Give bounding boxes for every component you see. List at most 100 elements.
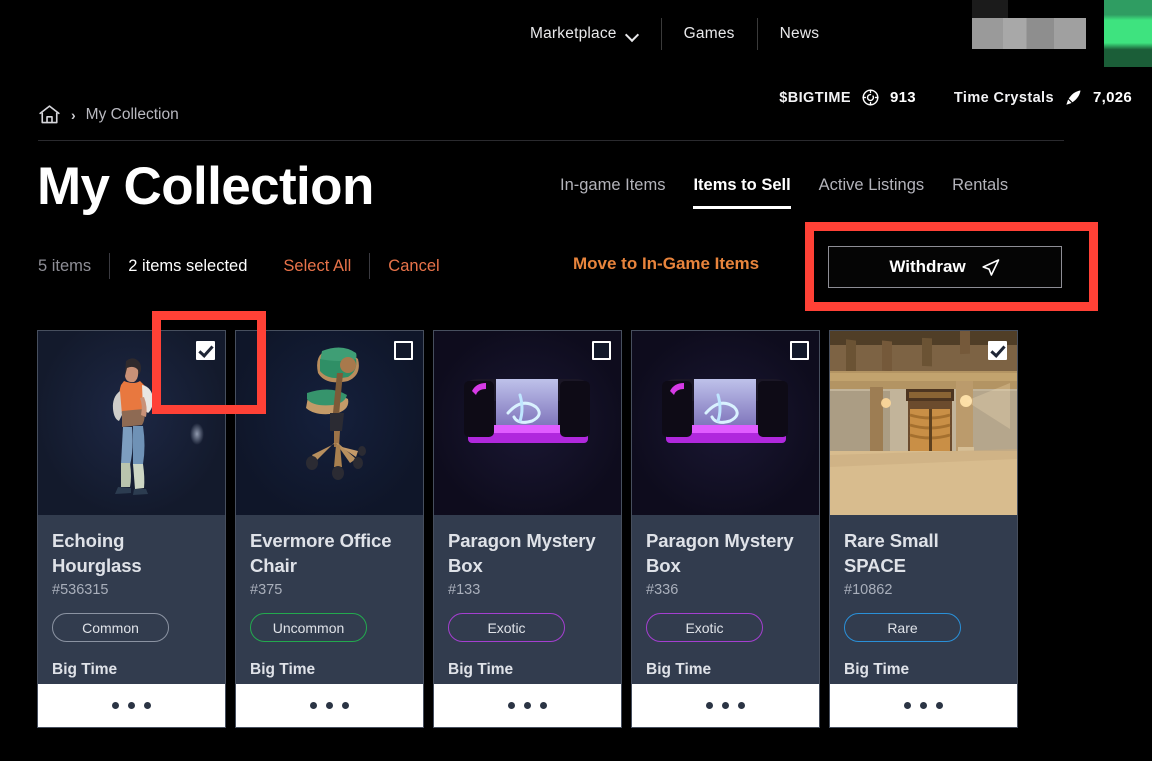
tab-in-game-items-label: In-game Items [560,176,666,194]
tab-items-to-sell-label: Items to Sell [693,176,791,194]
nav-links: Marketplace Games News [530,0,841,67]
item-count-label: 5 items [38,256,92,275]
card-title: Paragon Mystery Box [448,530,596,576]
rarity-badge: Exotic [646,613,763,643]
crystal-icon [1064,88,1083,107]
collection-card[interactable]: Paragon Mystery Box #133 Exotic Big Time [434,331,621,727]
time-crystals-value: 7,026 [1092,89,1132,106]
page-title: My Collection [37,157,374,216]
tab-rentals[interactable]: Rentals [952,176,1008,209]
sparkle-decor [190,423,204,445]
tab-active-listings-label: Active Listings [818,176,925,194]
card-options-button[interactable] [830,684,1017,727]
rarity-badge: Exotic [448,613,565,643]
move-to-in-game-items-button[interactable]: Move to In-Game Items [573,254,759,274]
collection-card[interactable]: Evermore Office Chair #375 Uncommon Big … [236,331,423,727]
redacted-region [972,18,1086,49]
nav-item-news[interactable]: News [758,19,842,49]
collection-card[interactable]: Echoing Hourglass #536315 Common Big Tim… [38,331,225,727]
more-options-icon [112,702,119,709]
card-id: #536315 [52,582,109,599]
card-options-button[interactable] [632,684,819,727]
card-checkbox-3[interactable] [790,341,809,360]
nav-item-games-label: Games [683,24,735,42]
card-details: Paragon Mystery Box #133 Exotic Big Time [434,515,621,684]
card-details: Echoing Hourglass #536315 Common Big Tim… [38,515,225,684]
card-image [632,331,819,515]
more-options-icon [326,702,333,709]
card-id: #336 [646,582,679,599]
more-options-icon [706,702,713,709]
breadcrumb-divider [38,140,1064,141]
tab-active-listings[interactable]: Active Listings [819,176,924,209]
bigtime-label: $BIGTIME [779,89,851,106]
card-checkbox-4[interactable] [988,341,1007,360]
more-options-icon [936,702,943,709]
card-options-button[interactable] [236,684,423,727]
breadcrumb-current: My Collection [85,105,179,123]
nav-item-news-label: News [779,24,820,42]
selected-count-label: 2 items selected [128,256,248,275]
nav-green-button[interactable] [1104,0,1152,67]
nav-item-marketplace[interactable]: Marketplace [530,19,661,49]
card-options-button[interactable] [434,684,621,727]
withdraw-button[interactable]: Withdraw [828,246,1062,288]
card-game-label: Big Time [250,661,316,679]
more-options-icon [128,702,135,709]
breadcrumb-separator-icon: › [71,106,76,123]
card-checkbox-0[interactable] [196,341,215,360]
card-image [236,331,423,515]
card-checkbox-2[interactable] [592,341,611,360]
collection-card[interactable]: Paragon Mystery Box #336 Exotic Big Time [632,331,819,727]
card-game-label: Big Time [52,661,118,679]
tab-in-game-items[interactable]: In-game Items [560,176,665,209]
card-game-label: Big Time [448,661,514,679]
nav-item-marketplace-label: Marketplace [530,24,617,42]
top-navigation-bar: Marketplace Games News [0,0,1152,67]
more-options-icon [310,702,317,709]
card-game-label: Big Time [844,661,910,679]
breadcrumb: › My Collection [38,104,179,125]
card-id: #375 [250,582,283,599]
cancel-button[interactable]: Cancel [370,257,457,276]
more-options-icon [144,702,151,709]
collection-card-grid: Echoing Hourglass #536315 Common Big Tim… [38,331,1017,727]
time-crystals-label: Time Crystals [953,89,1054,106]
card-title: Evermore Office Chair [250,530,392,576]
send-icon [980,257,1001,278]
bigtime-value: 913 [889,89,916,106]
card-title: Rare Small SPACE [844,530,939,576]
more-options-icon [342,702,349,709]
card-details: Evermore Office Chair #375 Uncommon Big … [236,515,423,684]
card-image [434,331,621,515]
currency-bar: $BIGTIME 913 Time Crystals 7,026 [779,88,1132,107]
more-options-icon [904,702,911,709]
card-image [38,331,225,515]
card-details: Paragon Mystery Box #336 Exotic Big Time [632,515,819,684]
card-details: Rare Small SPACE #10862 Rare Big Time [830,515,1017,684]
home-icon[interactable] [38,104,61,125]
more-options-icon [508,702,515,709]
select-all-button[interactable]: Select All [265,257,369,276]
chevron-down-icon [627,30,639,37]
more-options-icon [722,702,729,709]
rarity-badge: Uncommon [250,613,367,643]
rarity-badge: Rare [844,613,961,643]
card-title: Paragon Mystery Box [646,530,794,576]
card-checkbox-1[interactable] [394,341,413,360]
nav-item-games[interactable]: Games [662,19,757,49]
card-id: #10862 [844,582,893,599]
more-options-icon [540,702,547,709]
coin-icon [861,88,880,107]
more-options-icon [920,702,927,709]
collection-card[interactable]: Rare Small SPACE #10862 Rare Big Time [830,331,1017,727]
withdraw-button-label: Withdraw [889,257,966,276]
card-image [830,331,1017,515]
collection-tabs: In-game Items Items to Sell Active Listi… [560,176,1008,209]
card-game-label: Big Time [646,661,712,679]
rarity-badge: Common [52,613,169,643]
more-options-icon [738,702,745,709]
tab-items-to-sell[interactable]: Items to Sell [693,176,791,209]
card-options-button[interactable] [38,684,225,727]
more-options-icon [524,702,531,709]
